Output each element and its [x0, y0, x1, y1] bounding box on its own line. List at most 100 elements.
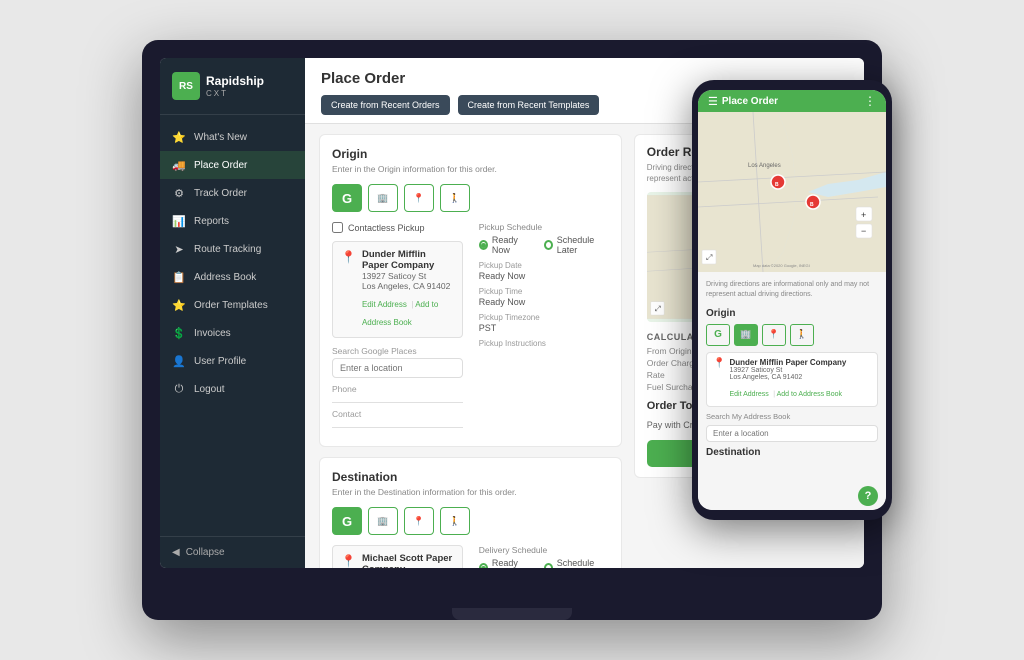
phone-add-to-book-link[interactable]: Add to Address Book	[777, 391, 842, 398]
invoices-icon: 💲	[172, 326, 186, 340]
sidebar-item-reports[interactable]: 📊 Reports	[160, 207, 305, 235]
sidebar-item-logout[interactable]: ⏻ Logout	[160, 375, 305, 403]
sidebar-item-address-book[interactable]: 📋 Address Book	[160, 263, 305, 291]
svg-text:−: −	[861, 226, 866, 236]
schedule-later-radio[interactable]	[544, 240, 553, 250]
destination-tab-person[interactable]: 🚶	[440, 507, 470, 535]
origin-tab-building[interactable]: 🏢	[368, 184, 398, 212]
delivery-schedule-later-option[interactable]: Schedule Later	[544, 558, 609, 568]
delivery-radio-row: Ready Now Schedule Later	[479, 558, 609, 568]
sidebar-item-order-templates[interactable]: ⭐ Order Templates	[160, 291, 305, 319]
sidebar-item-place-order[interactable]: 🚚 Place Order	[160, 151, 305, 179]
origin-city: Los Angeles, CA 91402	[362, 281, 454, 291]
phone-origin-city: Los Angeles, CA 91402	[729, 374, 846, 381]
logo-icon: RS	[172, 72, 200, 100]
phone-help-button[interactable]: ?	[858, 486, 878, 506]
phone-tab-person[interactable]: 🚶	[790, 324, 814, 346]
contactless-pickup-checkbox[interactable]	[332, 222, 343, 233]
phone-tab-google[interactable]: G	[706, 324, 730, 346]
origin-title: Origin	[332, 147, 609, 161]
phone-status-bar: ☰ Place Order ⋮	[698, 90, 886, 112]
destination-address-block: 📍 Michael Scott Paper Company 13927 St N…	[332, 545, 463, 568]
svg-text:⤢: ⤢	[705, 253, 712, 262]
order-charge-label: Order Charge	[647, 358, 699, 368]
origin-subtitle: Enter in the Origin information for this…	[332, 164, 609, 174]
pickup-ready-now-option[interactable]: Ready Now	[479, 235, 532, 255]
delivery-schedule-later-radio[interactable]	[544, 563, 553, 568]
logo-sub: CXT	[206, 89, 264, 98]
phone-origin-title: Origin	[706, 308, 878, 319]
hamburger-icon[interactable]: ☰	[708, 95, 718, 108]
create-from-recent-templates-button[interactable]: Create from Recent Templates	[458, 95, 600, 115]
origin-address-block: 📍 Dunder Mifflin Paper Company 13927 Sat…	[332, 241, 463, 338]
destination-map-pin-icon: 📍	[341, 554, 356, 568]
pickup-schedule-later-option[interactable]: Schedule Later	[544, 235, 609, 255]
ready-now-radio[interactable]	[479, 240, 488, 250]
delivery-ready-now-option[interactable]: Ready Now	[479, 558, 532, 568]
destination-card: Destination Enter in the Destination inf…	[319, 457, 622, 568]
svg-text:⤢: ⤢	[653, 305, 660, 314]
origin-phone-label: Phone	[332, 384, 463, 394]
sidebar-item-whats-new[interactable]: ⭐ What's New	[160, 123, 305, 151]
phone-origin-company: Dunder Mifflin Paper Company	[729, 358, 846, 367]
phone-tab-building[interactable]: 🏢	[734, 324, 758, 346]
sidebar-item-track-order[interactable]: ⚙ Track Order	[160, 179, 305, 207]
origin-search-input[interactable]	[332, 358, 463, 378]
reports-icon: 📊	[172, 214, 186, 228]
phone-origin-pin-icon: 📍	[713, 358, 725, 401]
pickup-time-label: Pickup Time	[479, 287, 609, 296]
phone-content: Driving directions are informational onl…	[698, 272, 886, 510]
collapse-button[interactable]: ◀ Collapse	[160, 536, 305, 568]
svg-text:+: +	[861, 210, 866, 220]
destination-title: Destination	[332, 470, 609, 484]
phone-driving-note: Driving directions are informational onl…	[706, 280, 878, 300]
origin-tab-google[interactable]: G	[332, 184, 362, 212]
destination-tab-pin[interactable]: 📍	[404, 507, 434, 535]
phone-tab-pin[interactable]: 📍	[762, 324, 786, 346]
pickup-schedule-label: Pickup Schedule	[479, 222, 609, 232]
create-from-recent-orders-button[interactable]: Create from Recent Orders	[321, 95, 450, 115]
origin-tab-person[interactable]: 🚶	[440, 184, 470, 212]
sidebar-item-route-tracking[interactable]: ➤ Route Tracking	[160, 235, 305, 263]
pickup-instructions-group: Pickup Instructions	[479, 339, 609, 348]
origin-phone-input[interactable]	[332, 396, 463, 403]
destination-tab-building[interactable]: 🏢	[368, 507, 398, 535]
origin-company-name: Dunder Mifflin Paper Company	[362, 249, 454, 271]
phone-destination-title: Destination	[706, 447, 878, 458]
origin-edit-address-link[interactable]: Edit Address	[362, 300, 407, 309]
destination-subtitle: Enter in the Destination information for…	[332, 487, 609, 497]
origin-card: Origin Enter in the Origin information f…	[319, 134, 622, 447]
track-icon: ⚙	[172, 186, 186, 200]
phone-origin-address-block: 📍 Dunder Mifflin Paper Company 13927 Sat…	[706, 352, 878, 407]
origin-contact-input[interactable]	[332, 421, 463, 428]
phone-shell: ☰ Place Order ⋮ Los Angeles B	[692, 80, 892, 520]
help-icon: ?	[865, 490, 872, 502]
pickup-date-label: Pickup Date	[479, 261, 609, 270]
pickup-timezone-value: PST	[479, 323, 609, 333]
svg-text:Map data ©2020 Google, INEGI: Map data ©2020 Google, INEGI	[753, 263, 810, 268]
pickup-instructions-label: Pickup Instructions	[479, 339, 609, 348]
phone-edit-address-link[interactable]: Edit Address	[729, 391, 768, 398]
address-book-icon: 📋	[172, 270, 186, 284]
pickup-date-group: Pickup Date Ready Now	[479, 261, 609, 281]
sidebar: RS Rapidship CXT ⭐ What's New	[160, 58, 305, 568]
delivery-schedule-label: Delivery Schedule	[479, 545, 609, 555]
origin-map-pin-icon: 📍	[341, 250, 356, 264]
sidebar-item-invoices[interactable]: 💲 Invoices	[160, 319, 305, 347]
pickup-date-value: Ready Now	[479, 271, 609, 281]
pickup-time-value: Ready Now	[479, 297, 609, 307]
logout-icon: ⏻	[172, 382, 186, 396]
phone-more-icon[interactable]: ⋮	[864, 94, 876, 108]
phone-search-input[interactable]	[706, 425, 878, 442]
form-section: Origin Enter in the Origin information f…	[319, 134, 622, 568]
phone-search-label: Search My Address Book	[706, 412, 878, 421]
contactless-label: Contactless Pickup	[348, 223, 425, 233]
destination-tab-google[interactable]: G	[332, 507, 362, 535]
delivery-ready-now-radio[interactable]	[479, 563, 488, 568]
svg-text:Los Angeles: Los Angeles	[748, 163, 781, 169]
logo-text: Rapidship	[206, 74, 264, 88]
pickup-time-group: Pickup Time Ready Now	[479, 287, 609, 307]
origin-tab-pin[interactable]: 📍	[404, 184, 434, 212]
sidebar-item-user-profile[interactable]: 👤 User Profile	[160, 347, 305, 375]
phone-origin-tabs: G 🏢 📍 🚶	[706, 324, 878, 346]
